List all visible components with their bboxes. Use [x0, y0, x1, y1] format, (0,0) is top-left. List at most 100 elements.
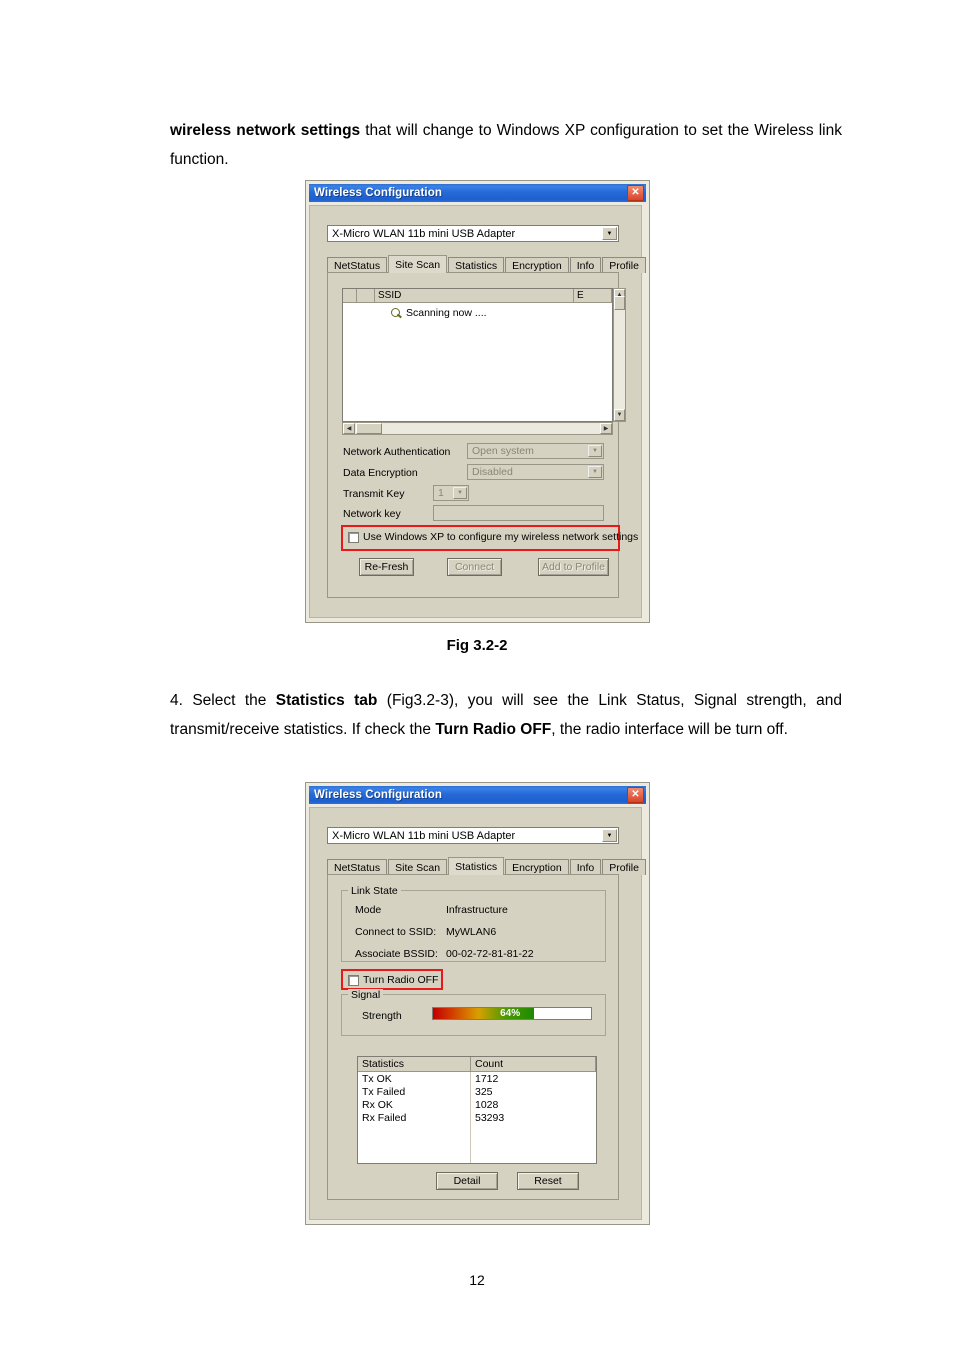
data-encryption-select[interactable]: Disabled ▼	[467, 464, 604, 480]
signal-strength-bar: 64%	[432, 1007, 592, 1020]
window-title-2: Wireless Configuration	[314, 789, 442, 801]
scanning-row: Scanning now ....	[343, 303, 612, 319]
stat-name-tx-ok: Tx OK	[358, 1072, 471, 1085]
signal-legend: Signal	[348, 989, 384, 1001]
ssid-list-hscrollbar[interactable]: ◀ ▶	[342, 422, 613, 435]
label-network-key: Network key	[343, 508, 401, 520]
stat-empty-2	[471, 1124, 596, 1137]
network-key-input[interactable]	[433, 505, 604, 521]
chevron-down-icon[interactable]: ▼	[588, 445, 602, 457]
link-state-label-mode: Mode	[355, 904, 382, 916]
ssid-col-1	[357, 289, 375, 303]
scroll-down-icon[interactable]: ▼	[614, 409, 625, 421]
scanning-text: Scanning now ....	[406, 307, 487, 319]
statistics-col-name: Statistics	[358, 1057, 471, 1072]
add-to-profile-button[interactable]: Add to Profile	[538, 558, 609, 576]
paragraph-2-bold-1: Statistics tab	[275, 692, 378, 709]
wireless-configuration-window-1: Wireless Configuration ✕ X-Micro WLAN 11…	[305, 180, 650, 623]
signal-strength-label: Strength	[362, 1010, 402, 1022]
statistics-table: Statistics Count Tx OK 1712 Tx Failed 32…	[357, 1056, 597, 1164]
transmit-key-select[interactable]: 1 ▼	[433, 485, 469, 501]
chevron-down-icon[interactable]: ▼	[602, 829, 617, 842]
tab-profile[interactable]: Profile	[602, 257, 646, 273]
label-transmit-key: Transmit Key	[343, 488, 405, 500]
chevron-down-icon[interactable]: ▼	[602, 227, 617, 240]
tab-info-2[interactable]: Info	[569, 859, 602, 875]
stat-empty-3	[358, 1137, 471, 1150]
ssid-list[interactable]: SSID E Scanning now ....	[342, 288, 613, 422]
magnifier-icon	[391, 307, 402, 319]
tab-sitescan[interactable]: Site Scan	[388, 255, 448, 273]
page-number: 12	[469, 1272, 485, 1288]
signal-strength-fill: 64%	[433, 1008, 535, 1019]
chevron-down-icon[interactable]: ▼	[453, 487, 467, 499]
tab-encryption[interactable]: Encryption	[505, 257, 569, 273]
reset-button[interactable]: Reset	[517, 1172, 579, 1190]
checkbox-box[interactable]	[348, 531, 359, 543]
hscroll-thumb[interactable]	[355, 423, 382, 434]
adapter-select-value-2: X-Micro WLAN 11b mini USB Adapter	[332, 829, 516, 842]
signal-strength-value: 64%	[500, 1008, 521, 1019]
stat-count-tx-ok: 1712	[475, 1072, 499, 1085]
close-icon[interactable]: ✕	[627, 185, 644, 201]
tab-statistics-2[interactable]: Statistics	[448, 857, 505, 875]
turn-radio-off-label: Turn Radio OFF	[363, 974, 439, 986]
ssid-col-0	[343, 289, 357, 303]
stat-name-tx-failed: Tx Failed	[358, 1085, 471, 1098]
tab-profile-2[interactable]: Profile	[602, 859, 646, 875]
close-icon[interactable]: ✕	[627, 787, 644, 803]
table-row-empty	[358, 1137, 596, 1150]
detail-button[interactable]: Detail	[436, 1172, 498, 1190]
dialog-body-2: X-Micro WLAN 11b mini USB Adapter ▼ NetS…	[309, 807, 646, 1220]
paragraph-2-a: 4. Select the	[170, 692, 276, 709]
ssid-col-ssid: SSID	[375, 289, 574, 303]
figure-caption-1: Fig 3.2-2	[446, 637, 508, 654]
link-state-value-ssid: MyWLAN6	[446, 926, 497, 938]
adapter-select-2[interactable]: X-Micro WLAN 11b mini USB Adapter ▼	[327, 827, 619, 844]
turn-radio-off-checkbox[interactable]: Turn Radio OFF	[348, 974, 438, 986]
dialog-body-1: X-Micro WLAN 11b mini USB Adapter ▼ NetS…	[309, 205, 646, 618]
paragraph-2: 4. Select the Statistics tab (Fig3.2-3),…	[170, 686, 842, 744]
use-windows-xp-checkbox[interactable]: Use Windows XP to configure my wireless …	[348, 531, 638, 543]
tab-netstatus[interactable]: NetStatus	[327, 257, 388, 273]
data-encryption-value: Disabled	[472, 466, 513, 478]
ssid-list-vscrollbar[interactable]: ▲ ▼	[613, 288, 626, 422]
chevron-down-icon[interactable]: ▼	[588, 466, 602, 478]
stat-empty-4	[471, 1137, 596, 1150]
label-data-encryption: Data Encryption	[343, 467, 418, 479]
adapter-select-1[interactable]: X-Micro WLAN 11b mini USB Adapter ▼	[327, 225, 619, 242]
stat-count-rx-ok: 1028	[475, 1098, 499, 1111]
scroll-right-icon[interactable]: ▶	[600, 423, 612, 434]
paragraph-1: wireless network settings that will chan…	[170, 116, 842, 174]
tab-info[interactable]: Info	[569, 257, 602, 273]
stat-name-rx-failed: Rx Failed	[358, 1111, 471, 1124]
tabstrip-2[interactable]: NetStatus Site Scan Statistics Encryptio…	[327, 857, 647, 875]
tab-statistics[interactable]: Statistics	[448, 257, 505, 273]
checkbox-box[interactable]	[348, 974, 359, 986]
transmit-key-value: 1	[438, 487, 444, 499]
table-row: Rx OK 1028	[358, 1098, 596, 1111]
label-network-authentication: Network Authentication	[343, 446, 451, 458]
tabstrip-1[interactable]: NetStatus Site Scan Statistics Encryptio…	[327, 255, 647, 273]
statistics-col-count: Count	[471, 1057, 596, 1072]
network-authentication-select[interactable]: Open system ▼	[467, 443, 604, 459]
scroll-left-icon[interactable]: ◀	[343, 423, 355, 434]
titlebar-2: Wireless Configuration ✕	[309, 786, 646, 804]
use-windows-xp-checkbox-label: Use Windows XP to configure my wireless …	[363, 531, 639, 543]
table-row: Rx Failed 53293	[358, 1111, 596, 1124]
link-state-value-mode: Infrastructure	[446, 904, 508, 916]
connect-button[interactable]: Connect	[447, 558, 502, 576]
tab-sitescan-2[interactable]: Site Scan	[388, 859, 448, 875]
stat-empty-6	[471, 1150, 596, 1163]
tab-netstatus-2[interactable]: NetStatus	[327, 859, 388, 875]
wireless-configuration-window-2: Wireless Configuration ✕ X-Micro WLAN 11…	[305, 782, 650, 1225]
adapter-select-value-1: X-Micro WLAN 11b mini USB Adapter	[332, 227, 516, 240]
table-row: Tx OK 1712	[358, 1072, 596, 1085]
vscroll-thumb[interactable]	[614, 296, 625, 310]
refresh-button[interactable]: Re-Fresh	[359, 558, 414, 576]
paragraph-1-bold: wireless network settings	[170, 122, 361, 139]
stat-name-rx-ok: Rx OK	[358, 1098, 471, 1111]
table-row-empty	[358, 1150, 596, 1163]
tab-encryption-2[interactable]: Encryption	[505, 859, 569, 875]
stat-count-tx-failed: 325	[475, 1085, 493, 1098]
